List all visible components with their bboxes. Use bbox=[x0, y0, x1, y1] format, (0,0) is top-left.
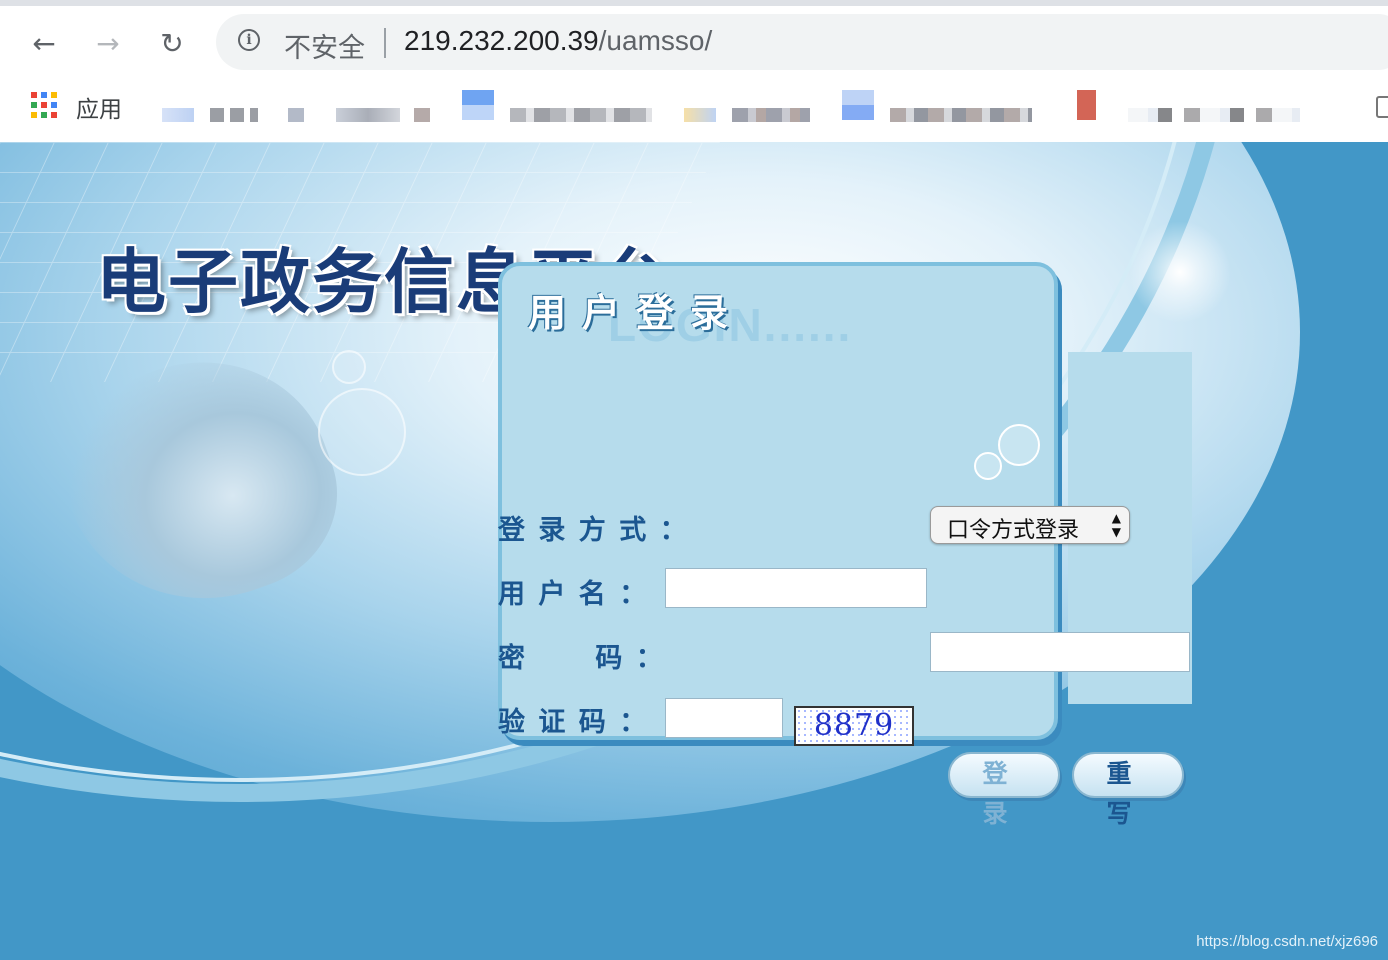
watermark-text: https://blog.csdn.net/xjz696 bbox=[1196, 933, 1378, 950]
bookmark-item-blurred[interactable] bbox=[210, 108, 258, 122]
select-arrows-icon: ▲ ▼ bbox=[1111, 511, 1121, 539]
bookmark-item-blurred[interactable] bbox=[336, 108, 400, 122]
url-text[interactable]: 219.232.200.39/uamsso/ bbox=[404, 25, 712, 57]
login-button[interactable]: 登 录 bbox=[948, 752, 1060, 828]
omnibox-divider bbox=[384, 28, 386, 58]
info-icon[interactable]: i bbox=[238, 29, 260, 51]
bubble-decoration bbox=[332, 350, 366, 384]
arrow-right-icon: → bbox=[96, 27, 120, 60]
bookmark-item-blurred[interactable] bbox=[890, 108, 1032, 122]
bookmark-item-blurred[interactable] bbox=[414, 108, 430, 122]
reload-button[interactable]: ↻ bbox=[154, 26, 190, 62]
password-label: 密 码 ： bbox=[498, 643, 665, 674]
security-status[interactable]: 不安全 bbox=[284, 26, 365, 65]
login-method-label: 登 录 方 式 ： bbox=[498, 515, 689, 546]
bookmark-item-blurred[interactable] bbox=[684, 108, 716, 122]
bookmark-item-blurred[interactable] bbox=[288, 108, 304, 122]
username-label: 用 户 名 ： bbox=[498, 579, 649, 610]
reset-button[interactable]: 重 写 bbox=[1072, 752, 1184, 828]
apps-grid-icon[interactable] bbox=[31, 92, 57, 118]
login-method-value: 口令方式登录 bbox=[947, 518, 1080, 543]
apps-bookmark-label[interactable]: 应用 bbox=[76, 90, 122, 124]
bookmark-item-blurred[interactable] bbox=[462, 90, 494, 120]
captcha-input[interactable] bbox=[665, 698, 783, 738]
bubble-decoration bbox=[998, 424, 1040, 466]
address-bar[interactable]: i 不安全 219.232.200.39/uamsso/ bbox=[216, 14, 1388, 70]
bookmark-item-blurred[interactable] bbox=[1128, 108, 1300, 122]
bookmark-item-blurred[interactable] bbox=[1064, 90, 1096, 120]
captcha-image[interactable]: 8879 bbox=[794, 706, 914, 746]
forward-button[interactable]: → bbox=[90, 26, 126, 62]
url-host: 219.232.200.39 bbox=[404, 25, 599, 56]
username-input[interactable] bbox=[665, 568, 927, 608]
browser-toolbar: ← → ↻ i 不安全 219.232.200.39/uamsso/ bbox=[0, 6, 1388, 78]
back-button[interactable]: ← bbox=[26, 26, 62, 62]
captcha-label: 验 证 码 ： bbox=[498, 707, 649, 738]
login-method-select[interactable]: 口令方式登录 ▲ ▼ bbox=[930, 506, 1130, 544]
bubble-decoration bbox=[318, 388, 406, 476]
panel-title: 用户登录 bbox=[528, 291, 745, 335]
bookmark-item-blurred[interactable] bbox=[732, 108, 810, 122]
bubble-decoration bbox=[974, 452, 1002, 480]
arrow-left-icon: ← bbox=[32, 27, 56, 60]
folder-icon[interactable] bbox=[1376, 96, 1388, 118]
sparkle-decoration bbox=[1120, 212, 1240, 332]
url-path: /uamsso/ bbox=[598, 25, 713, 56]
bookmark-item-blurred[interactable] bbox=[162, 108, 194, 122]
bookmark-item-blurred[interactable] bbox=[510, 108, 652, 122]
bookmarks-bar: 应用 bbox=[0, 78, 1388, 142]
reload-icon: ↻ bbox=[160, 27, 184, 60]
password-input[interactable] bbox=[930, 632, 1190, 672]
bookmark-item-blurred[interactable] bbox=[842, 90, 874, 120]
